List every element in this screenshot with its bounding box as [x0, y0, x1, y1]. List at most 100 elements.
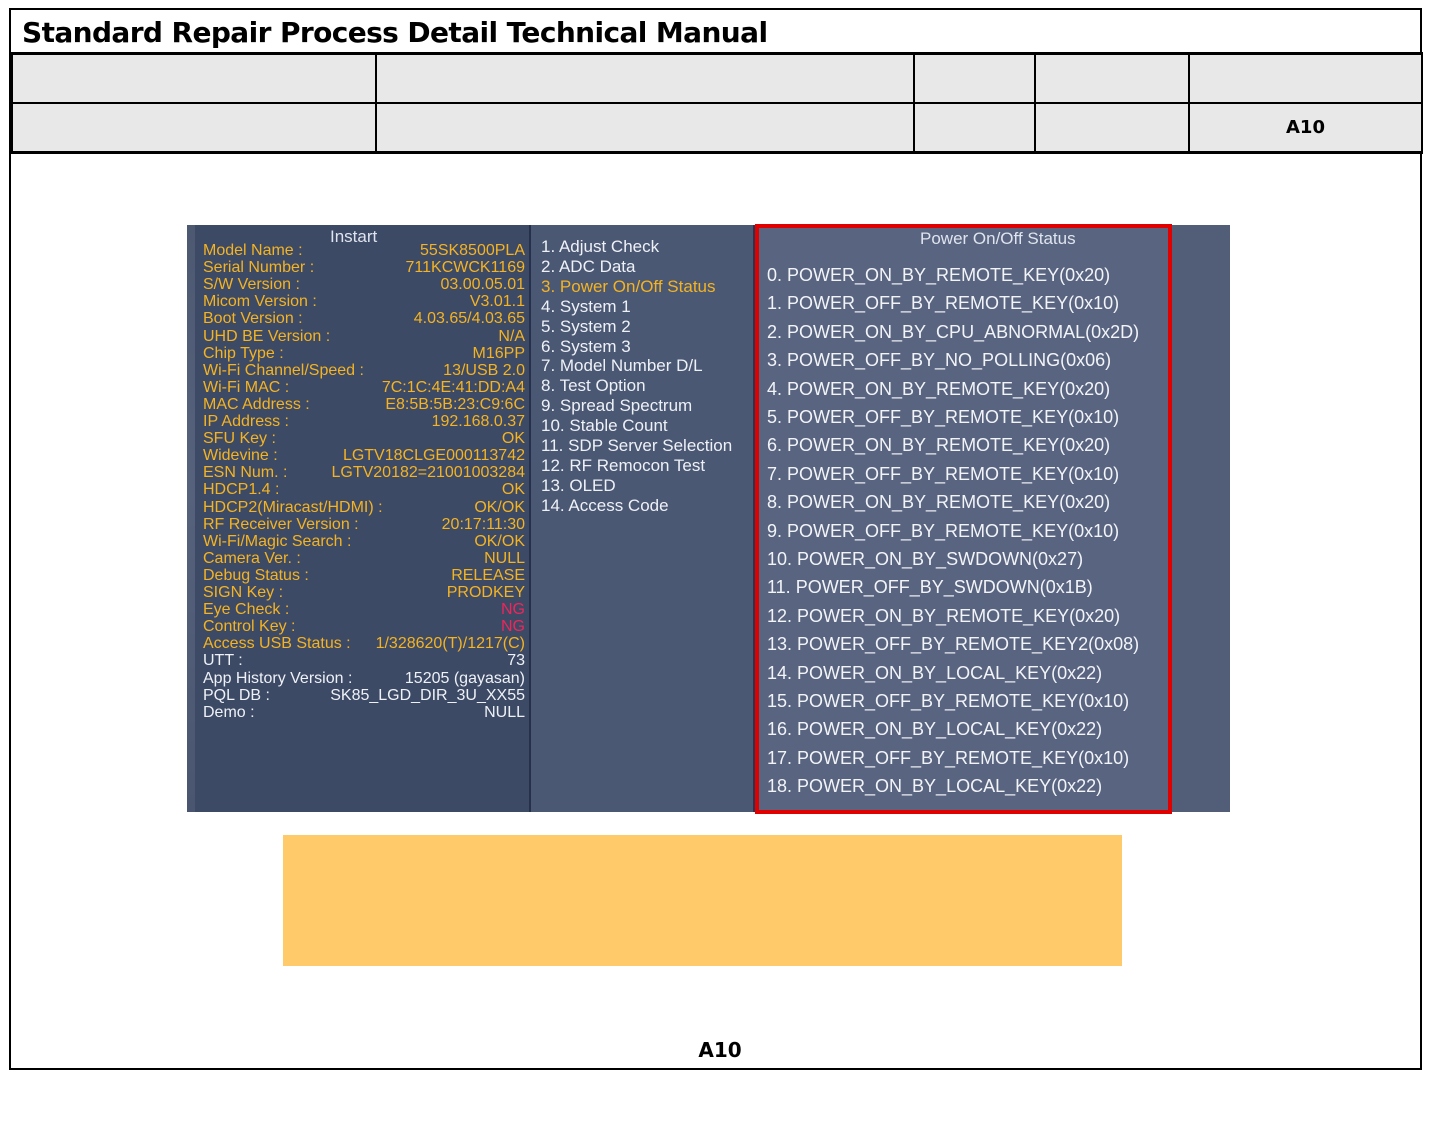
info-value: NULL [484, 703, 525, 721]
info-value: 20:17:11:30 [441, 515, 525, 533]
menu-item: 10. Stable Count [541, 416, 668, 436]
info-row: PQL DB : SK85_LGD_DIR_3U_XX55 [203, 687, 529, 704]
menu-item: 1. Adjust Check [541, 237, 660, 256]
info-label: IP Address : [203, 413, 289, 430]
info-label: UTT : [203, 652, 243, 670]
info-row: HDCP2(Miracast/HDMI) : OK/OK [203, 499, 529, 516]
info-label: MAC Address : [203, 395, 310, 413]
info-row: ESN Num. : LGTV20182=21001003284 [203, 464, 529, 481]
header-cell [1034, 102, 1190, 154]
page-footer-code: A10 [698, 1038, 742, 1062]
info-label: SIGN Key : [203, 584, 284, 601]
info-label: Demo : [203, 703, 255, 721]
info-label: ESN Num. : [203, 464, 288, 482]
page-code-cell: A10 [1188, 102, 1423, 154]
note-box [283, 835, 1122, 966]
header-cell [1034, 52, 1190, 104]
info-value: PRODKEY [446, 584, 525, 601]
header-row-1 [11, 52, 1423, 104]
info-row: Debug Status : RELEASE [203, 567, 529, 584]
info-label: Wi-Fi MAC : [203, 378, 290, 396]
info-label: Micom Version : [203, 293, 317, 311]
info-label: Eye Check : [203, 601, 290, 619]
info-value: 15205 (gayasan) [404, 669, 525, 687]
info-value: 192.168.0.37 [431, 413, 525, 430]
info-label: Serial Number : [203, 259, 315, 277]
info-row: Widevine : LGTV18CLGE000113742 [203, 447, 529, 464]
info-value: NG [501, 601, 525, 619]
header-info-table: A10 [11, 52, 1423, 154]
info-value: 1/328620(T)/1217(C) [375, 635, 525, 653]
info-value: 711KCWCK1169 [405, 259, 525, 277]
info-label: Model Name : [203, 242, 303, 259]
menu-item: 8. Test Option [541, 376, 646, 396]
service-menu-panel: 1. Adjust Check 2. ADC Data 3. Power On/Of… [531, 225, 755, 812]
info-row: Chip Type : M16PP [203, 345, 529, 362]
header-cell [11, 52, 377, 104]
info-row: Boot Version : 4.03.65/4.03.65 [203, 310, 529, 327]
info-row: Wi-Fi/Magic Search : OK/OK [203, 533, 529, 550]
info-label: Wi-Fi/Magic Search : [203, 532, 352, 550]
info-label: Access USB Status : [203, 635, 351, 653]
info-label: Control Key : [203, 618, 296, 636]
info-value: 73 [507, 652, 525, 670]
info-label: Boot Version : [203, 310, 303, 328]
info-row: Eye Check : NG [203, 601, 529, 618]
info-row: Micom Version : V3.01.1 [203, 293, 529, 310]
menu-item: 3. Power On/Off Status [541, 276, 716, 296]
info-value: 4.03.65/4.03.65 [413, 310, 525, 328]
info-label: S/W Version : [203, 276, 300, 294]
menu-item: 5. System 2 [541, 316, 631, 336]
info-value: NG [501, 618, 525, 636]
info-row: Control Key : NG [203, 618, 529, 635]
info-row: MAC Address : E8:5B:5B:23:C9:6C [203, 396, 529, 413]
info-row: Serial Number : 711KCWCK1169 [203, 259, 529, 276]
info-row: HDCP1.4 : OK [203, 481, 529, 498]
info-value: OK/OK [474, 532, 525, 550]
menu-item: 4. System 1 [541, 296, 631, 316]
info-value: 55SK8500PLA [420, 242, 525, 259]
menu-item: 14. Access Code [541, 495, 669, 515]
menu-item: 9. Spread Spectrum [541, 396, 693, 416]
info-label: Widevine : [203, 447, 278, 465]
info-value: V3.01.1 [469, 293, 525, 311]
info-label: UHD BE Version : [203, 327, 331, 345]
info-value: OK [501, 430, 525, 448]
info-value: NULL [484, 549, 525, 567]
info-label: Camera Ver. : [203, 549, 301, 567]
header-cell [913, 102, 1036, 154]
info-row: S/W Version : 03.00.05.01 [203, 276, 529, 293]
info-value: 03.00.05.01 [440, 276, 525, 294]
info-value: LGTV20182=21001003284 [331, 464, 525, 482]
menu-item: 11. SDP Server Selection [541, 436, 733, 455]
info-label: App History Version : [203, 669, 353, 687]
info-row: Model Name : 55SK8500PLA [203, 242, 529, 259]
info-row: RF Receiver Version : 20:17:11:30 [203, 516, 529, 533]
info-row: IP Address : 192.168.0.37 [203, 413, 529, 430]
info-value: 13/USB 2.0 [443, 361, 525, 379]
info-value: 7C:1C:4E:41:DD:A4 [381, 378, 525, 396]
info-row: Camera Ver. : NULL [203, 550, 529, 567]
info-row: SIGN Key : PRODKEY [203, 584, 529, 601]
info-value: N/A [498, 327, 525, 345]
menu-item: 6. System 3 [541, 336, 631, 356]
info-row: Demo : NULL [203, 704, 529, 721]
info-value: OK [501, 481, 525, 499]
info-row: UHD BE Version : N/A [203, 328, 529, 345]
header-cell [11, 102, 377, 154]
info-label: Wi-Fi Channel/Speed : [203, 361, 364, 379]
info-row: SFU Key : OK [203, 430, 529, 447]
info-label: SFU Key : [203, 430, 276, 448]
info-label: Debug Status : [203, 566, 309, 584]
info-value: RELEASE [451, 566, 525, 584]
info-value: M16PP [472, 344, 525, 362]
header-row-2: A10 [11, 102, 1423, 154]
instart-info-panel: Instart Model Name :55SK8500PLA Serial Nu… [195, 225, 531, 812]
menu-item: 2. ADC Data [541, 256, 636, 276]
menu-item: 12. RF Remocon Test [541, 455, 706, 475]
header-cell [375, 102, 915, 154]
header-cell [913, 52, 1036, 104]
document-title: Standard Repair Process Detail Technical… [22, 16, 768, 49]
header-cell [1188, 52, 1423, 104]
info-label: Chip Type : [203, 344, 284, 362]
